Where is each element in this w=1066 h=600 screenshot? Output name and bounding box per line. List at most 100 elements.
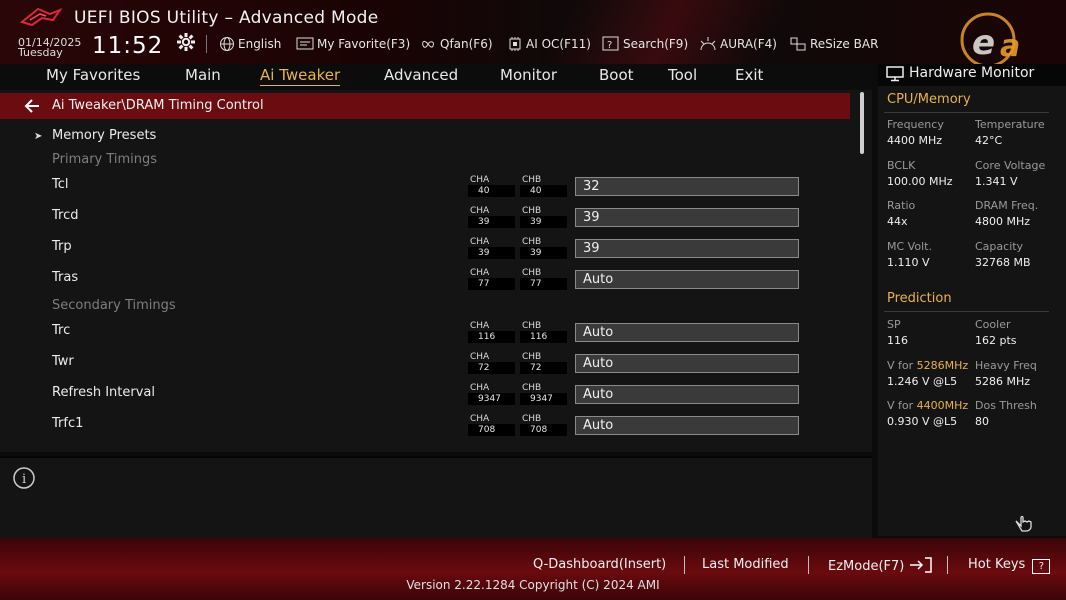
- footer-divider: [808, 556, 809, 574]
- cooler-label: Cooler: [975, 318, 1011, 331]
- hw-stat-label: DRAM Freq.: [975, 199, 1039, 212]
- freq2-highlight: 4400MHz: [916, 399, 969, 412]
- channel-a-label: CHA: [470, 206, 490, 216]
- channel-a-label: CHA: [470, 237, 490, 247]
- timing-label: Trcd: [52, 208, 79, 223]
- primary-timings-heading: Primary Timings: [52, 152, 158, 167]
- tab-tool[interactable]: Tool: [668, 65, 697, 85]
- timing-label: Tcl: [52, 177, 69, 192]
- prediction-heading: Prediction: [887, 291, 952, 306]
- tab-monitor[interactable]: Monitor: [500, 65, 557, 85]
- info-icon[interactable]: i: [11, 467, 37, 493]
- timing-label: Trp: [52, 239, 72, 254]
- watermark-logo-icon: ea: [950, 6, 1058, 70]
- footer-divider: [684, 556, 685, 574]
- ai-oc-label: AI OC(F11): [526, 37, 591, 51]
- resize-bar-button[interactable]: ReSize BAR: [789, 36, 878, 52]
- resize-bar-label: ReSize BAR: [810, 37, 879, 51]
- sp-value: 116: [887, 334, 908, 347]
- timing-value-input[interactable]: Auto: [575, 323, 799, 342]
- ezmode-button[interactable]: EzMode(F7): [828, 557, 933, 574]
- channel-b-value: 39: [520, 247, 567, 259]
- back-arrow-icon[interactable]: [24, 98, 40, 117]
- channel-b-label: CHB: [522, 352, 542, 362]
- search-button[interactable]: ? Search(F9): [602, 36, 688, 52]
- channel-a-value: 708: [468, 424, 515, 436]
- channel-a-label: CHA: [470, 383, 490, 393]
- channel-a-label: CHA: [470, 268, 490, 278]
- channel-a-value: 40: [468, 185, 515, 197]
- channel-b-label: CHB: [522, 175, 542, 185]
- qfan-button[interactable]: Qfan(F6): [419, 36, 493, 52]
- ai-oc-button[interactable]: AI OC(F11): [507, 36, 591, 52]
- timing-value-input[interactable]: Auto: [575, 354, 799, 373]
- app-title: UEFI BIOS Utility – Advanced Mode: [74, 8, 379, 28]
- channel-b-label: CHB: [522, 414, 542, 424]
- gear-icon[interactable]: [176, 32, 196, 56]
- v-for-freq1-label: V for 5286MHz: [887, 359, 968, 372]
- hw-stat-value: 42°C: [975, 134, 1003, 147]
- channel-a-label: CHA: [470, 414, 490, 424]
- hw-stat-value: 44x: [887, 215, 908, 228]
- date-display: 01/14/2025 Tuesday: [18, 37, 81, 58]
- channel-a-label: CHA: [470, 352, 490, 362]
- channel-a-value: 39: [468, 247, 515, 259]
- rog-logo-icon: [19, 6, 63, 32]
- channel-a-value: 9347: [468, 393, 515, 405]
- channel-b-value: 77: [520, 278, 567, 290]
- toolbar-divider: [206, 35, 207, 53]
- version-text: Version 2.22.1284 Copyright (C) 2024 AMI: [406, 578, 660, 592]
- svg-text:e: e: [972, 23, 995, 63]
- search-icon: ?: [602, 36, 619, 51]
- hot-keys-button[interactable]: Hot Keys ?: [968, 557, 1051, 574]
- tab-advanced[interactable]: Advanced: [384, 65, 458, 85]
- favorite-icon: [296, 37, 314, 50]
- channel-b-label: CHB: [522, 206, 542, 216]
- hot-keys-label: Hot Keys: [968, 557, 1026, 572]
- fan-icon: [422, 41, 434, 48]
- timing-label: Refresh Interval: [52, 385, 156, 400]
- footer-divider: [947, 556, 948, 574]
- memory-presets-item[interactable]: Memory Presets: [52, 128, 156, 143]
- svg-text:?: ?: [607, 40, 612, 51]
- resize-bar-icon: [790, 37, 806, 51]
- timing-value-input[interactable]: Auto: [575, 270, 799, 289]
- language-button[interactable]: English: [219, 36, 281, 52]
- hw-stat-value: 100.00 MHz: [887, 175, 953, 188]
- channel-b-value: 72: [520, 362, 567, 374]
- language-label: English: [238, 37, 282, 51]
- hw-stat-label: MC Volt.: [887, 240, 932, 253]
- chevron-right-icon: ➤: [34, 131, 43, 142]
- timing-value-input[interactable]: Auto: [575, 385, 799, 404]
- channel-b-label: CHB: [522, 268, 542, 278]
- timing-value-input[interactable]: 32: [575, 177, 799, 196]
- my-favorite-button[interactable]: My Favorite(F3): [296, 36, 410, 52]
- tab-my-favorites[interactable]: My Favorites: [46, 65, 140, 85]
- timing-value-input[interactable]: Auto: [575, 416, 799, 435]
- ai-oc-icon: [509, 37, 521, 51]
- hw-stat-label: Core Voltage: [975, 159, 1046, 172]
- v-for-freq2-value: 0.930 V @L5: [887, 415, 958, 428]
- q-dashboard-button[interactable]: Q-Dashboard(Insert): [533, 557, 666, 572]
- question-key-icon: ?: [1032, 559, 1051, 574]
- globe-icon: [220, 37, 234, 51]
- hw-stat-value: 4800 MHz: [975, 215, 1031, 228]
- heavy-freq-value: 5286 MHz: [975, 375, 1031, 388]
- tab-exit[interactable]: Exit: [735, 65, 763, 85]
- tab-main[interactable]: Main: [185, 65, 221, 85]
- divider: [884, 112, 1049, 113]
- timing-value-input[interactable]: 39: [575, 208, 799, 227]
- timing-value-input[interactable]: 39: [575, 239, 799, 258]
- dos-thresh-label: Dos Thresh: [975, 399, 1037, 412]
- channel-b-value: 39: [520, 216, 567, 228]
- tab-ai-tweaker[interactable]: Ai Tweaker: [260, 65, 341, 86]
- last-modified-button[interactable]: Last Modified: [702, 557, 789, 572]
- scrollbar[interactable]: [860, 92, 864, 154]
- channel-b-label: CHB: [522, 237, 542, 247]
- tab-boot[interactable]: Boot: [599, 65, 634, 85]
- aura-button[interactable]: AURA(F4): [699, 36, 777, 52]
- ezmode-label: EzMode(F7): [828, 559, 905, 574]
- v-for-freq2-label: V for 4400MHz: [887, 399, 968, 412]
- hw-stat-label: BCLK: [887, 159, 916, 172]
- v-for-freq1-value: 1.246 V @L5: [887, 375, 958, 388]
